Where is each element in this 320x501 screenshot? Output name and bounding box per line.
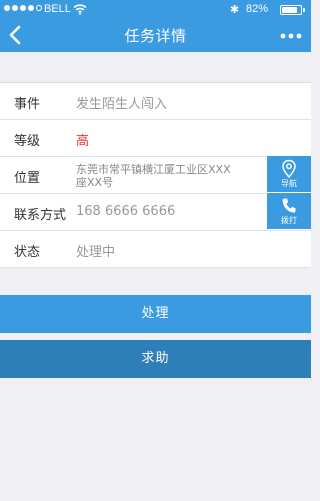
call-button[interactable]: 拨打 xyxy=(267,193,311,229)
watermark-logo xyxy=(176,486,286,501)
location-row: 位置 东莞市常平镇横江厦工业区XXX座XX号 xyxy=(0,157,311,194)
level-value: 高 xyxy=(76,134,90,149)
signal-strength-icon xyxy=(4,5,42,11)
navigate-label: 导航 xyxy=(281,179,297,188)
location-value: 东莞市常平镇横江厦工业区XXX座XX号 xyxy=(76,163,231,189)
location-label: 位置 xyxy=(14,171,41,186)
page-title: 任务详情 xyxy=(124,27,187,45)
status-value: 处理中 xyxy=(76,245,116,260)
status-bar: BELL ✱ 82% xyxy=(0,0,311,20)
location-pin-icon xyxy=(282,159,296,179)
navigate-button[interactable]: 导航 xyxy=(267,156,311,192)
battery-level xyxy=(282,7,297,13)
signal-dot xyxy=(12,5,18,11)
event-value: 发生陌生人闯入 xyxy=(76,97,168,112)
battery-percent: 82% xyxy=(246,3,269,15)
level-label: 等级 xyxy=(14,134,41,149)
contact-label: 联系方式 xyxy=(14,208,67,223)
level-row: 等级 高 xyxy=(0,120,311,157)
signal-dot xyxy=(20,5,26,11)
status-label: 状态 xyxy=(14,245,41,260)
battery-cap xyxy=(303,8,305,12)
signal-dot xyxy=(4,5,10,11)
signal-dot xyxy=(28,5,34,11)
navigation-bar: 任务详情 xyxy=(0,20,311,52)
contact-row: 联系方式 168 6666 6666 xyxy=(0,194,311,231)
bluetooth-icon: ✱ xyxy=(230,3,240,16)
status-row: 状态 处理中 xyxy=(0,231,311,268)
signal-dot xyxy=(36,5,42,11)
process-button[interactable]: 处理 xyxy=(0,295,311,333)
event-label: 事件 xyxy=(14,97,41,112)
carrier-name: BELL xyxy=(44,3,71,15)
phone-icon xyxy=(282,198,296,213)
event-row: 事件 发生陌生人闯入 xyxy=(0,83,311,120)
wifi-icon xyxy=(73,4,87,15)
more-options-icon[interactable] xyxy=(279,32,303,40)
battery-icon xyxy=(280,5,302,15)
call-label: 拨打 xyxy=(281,216,297,225)
help-button[interactable]: 求助 xyxy=(0,340,311,378)
contact-value: 168 6666 6666 xyxy=(76,204,176,219)
task-detail-form: 事件 发生陌生人闯入 等级 高 位置 东莞市常平镇横江厦工业区XXX座XX号 联… xyxy=(0,82,311,268)
